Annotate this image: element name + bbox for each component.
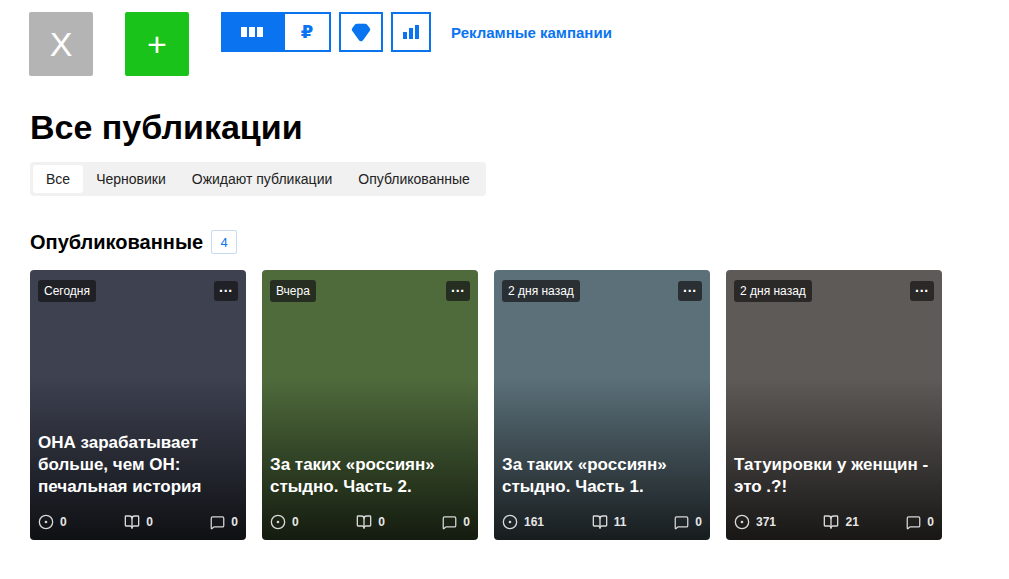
card-stats: 0 0 0	[270, 512, 470, 532]
tab[interactable]: Опубликованные	[345, 165, 482, 193]
card-title: Татуировки у женщин - это .?!	[734, 454, 934, 498]
book-icon	[124, 514, 140, 530]
card-stats: 0 0 0	[38, 512, 238, 532]
columns-icon	[241, 26, 263, 38]
views-stat: 0	[270, 514, 299, 530]
book-icon	[592, 514, 608, 530]
stats-button[interactable]	[391, 12, 431, 52]
reads-stat: 0	[356, 514, 385, 530]
card-bottom: Татуировки у женщин - это .?! 371 21 0	[734, 454, 934, 532]
view-switch: ₽	[221, 12, 331, 52]
chart-icon	[402, 24, 420, 40]
card-menu-button[interactable]: ···	[678, 281, 702, 301]
campaigns-link[interactable]: Рекламные кампании	[451, 24, 612, 41]
section-title: Опубликованные	[30, 231, 203, 254]
comment-icon	[442, 515, 457, 530]
tabs: ВсеЧерновикиОжидают публикацииОпубликова…	[30, 162, 486, 196]
comments-stat: 0	[442, 515, 470, 530]
comments-stat: 0	[906, 515, 934, 530]
views-icon	[38, 514, 54, 530]
card-title: За таких «россиян» стыдно. Часть 2.	[270, 454, 470, 498]
card-row: Сегодня ··· ОНА зарабатывает больше, чем О…	[30, 270, 989, 540]
time-badge: 2 дня назад	[502, 280, 580, 302]
card-top: Вчера ···	[270, 280, 470, 302]
views-icon	[270, 514, 286, 530]
comment-icon	[210, 515, 225, 530]
reads-stat: 11	[592, 514, 627, 530]
comment-icon	[674, 515, 689, 530]
diamond-icon	[351, 22, 371, 42]
card-stats: 371 21 0	[734, 512, 934, 532]
card-top: Сегодня ···	[38, 280, 238, 302]
card-title: ОНА зарабатывает больше, чем ОН: печальн…	[38, 432, 238, 498]
tool-row: ₽ Рекламные кампании	[221, 12, 612, 52]
count-badge: 4	[211, 230, 237, 254]
views-icon	[502, 514, 518, 530]
page: X + ₽ Рекламные кампании Все публикации ВсеЧе…	[0, 0, 1009, 560]
reads-stat: 0	[124, 514, 153, 530]
publication-card[interactable]: Сегодня ··· ОНА зарабатывает больше, чем О…	[30, 270, 246, 540]
time-badge: Сегодня	[38, 280, 96, 302]
publication-card[interactable]: Вчера ··· За таких «россиян» стыдно. Часть…	[262, 270, 478, 540]
time-badge: Вчера	[270, 280, 316, 302]
tab[interactable]: Черновики	[83, 165, 179, 193]
page-title: Все публикации	[30, 106, 989, 148]
tab[interactable]: Ожидают публикации	[179, 165, 346, 193]
card-top: 2 дня назад ···	[502, 280, 702, 302]
card-bottom: За таких «россиян» стыдно. Часть 1. 161 11…	[502, 454, 702, 532]
reads-stat: 21	[823, 514, 858, 530]
card-top: 2 дня назад ···	[734, 280, 934, 302]
views-stat: 161	[502, 514, 544, 530]
card-menu-button[interactable]: ···	[446, 281, 470, 301]
views-stat: 371	[734, 514, 776, 530]
comment-icon	[906, 515, 921, 530]
book-icon	[356, 514, 372, 530]
card-menu-button[interactable]: ···	[910, 281, 934, 301]
card-stats: 161 11 0	[502, 512, 702, 532]
book-icon	[823, 514, 839, 530]
tab[interactable]: Все	[33, 165, 83, 193]
card-menu-button[interactable]: ···	[214, 281, 238, 301]
card-bottom: ОНА зарабатывает больше, чем ОН: печальн…	[38, 432, 238, 532]
diamond-button[interactable]	[339, 12, 383, 52]
time-badge: 2 дня назад	[734, 280, 812, 302]
comments-stat: 0	[210, 515, 238, 530]
section-header: Опубликованные 4	[30, 230, 989, 254]
views-icon	[734, 514, 750, 530]
publication-card[interactable]: 2 дня назад ··· Татуировки у женщин - это …	[726, 270, 942, 540]
columns-view-button[interactable]	[221, 12, 283, 52]
top-bar: X + ₽ Рекламные кампании	[29, 12, 989, 76]
close-button[interactable]: X	[29, 12, 93, 76]
views-stat: 0	[38, 514, 67, 530]
card-bottom: За таких «россиян» стыдно. Часть 2. 0 0 0	[270, 454, 470, 532]
add-button[interactable]: +	[125, 12, 189, 76]
money-view-button[interactable]: ₽	[283, 12, 331, 52]
comments-stat: 0	[674, 515, 702, 530]
publication-card[interactable]: 2 дня назад ··· За таких «россиян» стыдно.…	[494, 270, 710, 540]
card-title: За таких «россиян» стыдно. Часть 1.	[502, 454, 702, 498]
